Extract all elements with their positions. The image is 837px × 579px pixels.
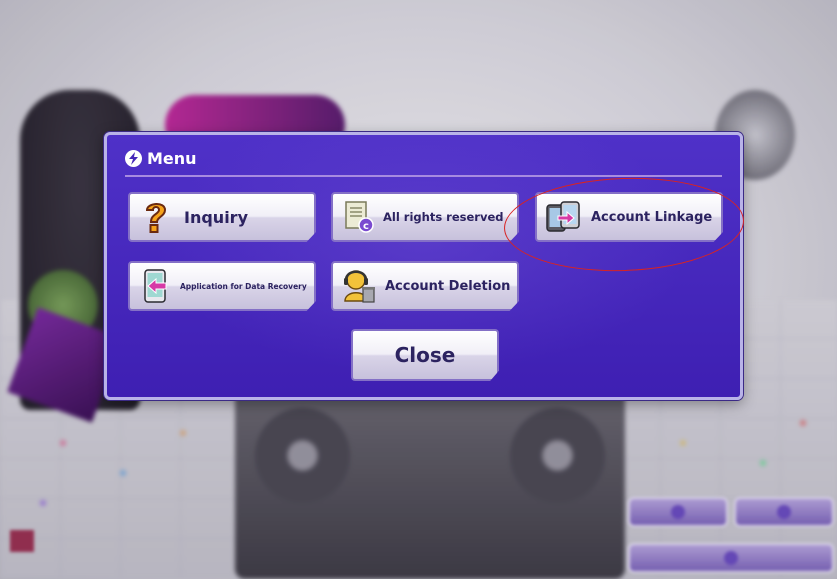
lightning-bolt-icon [125,150,142,167]
headset-trash-icon [344,270,375,303]
phone-recovery-icon [144,269,167,303]
account-deletion-button[interactable]: Account Deletion [331,261,519,311]
inquiry-label: Inquiry [184,207,248,227]
data-recovery-button[interactable]: Application for Data Recovery [128,261,316,311]
menu-dialog: Menu Inquiry c All rights reserved Accou… [104,132,743,400]
data-recovery-label: Application for Data Recovery [180,281,307,291]
account-linkage-label: Account Linkage [591,209,713,225]
document-copyright-icon: c [345,201,374,233]
close-button[interactable]: Close [351,329,499,381]
inquiry-button[interactable]: Inquiry [128,192,316,242]
account-linkage-button[interactable]: Account Linkage [535,192,723,242]
header-divider [125,175,722,177]
account-deletion-label: Account Deletion [385,278,511,294]
all-rights-reserved-button[interactable]: c All rights reserved [331,192,519,242]
all-rights-reserved-label: All rights reserved [383,210,504,224]
close-label: Close [394,343,456,367]
question-mark-icon [145,203,167,233]
svg-text:c: c [363,221,369,232]
device-transfer-icon [546,201,580,232]
dialog-title: Menu [147,149,197,168]
dialog-header: Menu [125,149,197,168]
